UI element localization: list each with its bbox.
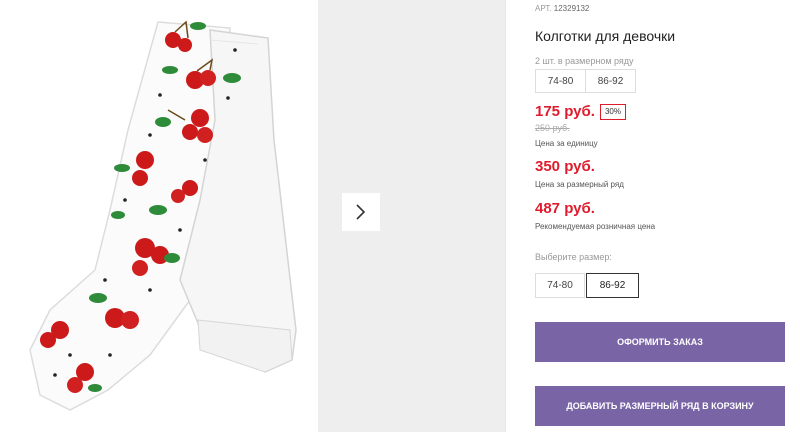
unit-price-caption: Цена за единицу xyxy=(535,139,598,148)
choose-size-label: Выберите размер: xyxy=(535,252,612,262)
chevron-right-icon xyxy=(356,204,366,220)
size-selector: 74-80 86-92 xyxy=(535,273,639,298)
product-gallery xyxy=(0,0,510,432)
unit-price-row: 175 руб. 30% xyxy=(535,103,626,120)
discount-badge: 30% xyxy=(599,103,626,120)
order-button[interactable]: Оформить заказ xyxy=(535,322,785,362)
product-photo[interactable] xyxy=(0,0,318,432)
retail-price: 487 руб. xyxy=(535,200,595,217)
set-size-chip: 86-92 xyxy=(585,69,636,93)
product-title: Колготки для девочки xyxy=(535,28,676,44)
set-price: 350 руб. xyxy=(535,158,595,175)
set-label: 2 шт. в размерном ряду xyxy=(535,56,634,66)
divider xyxy=(505,0,506,432)
article-number: АРТ. 12329132 xyxy=(535,4,589,13)
set-price-caption: Цена за размерный ряд xyxy=(535,180,624,189)
tights-image xyxy=(29,20,297,411)
set-sizes: 74-80 86-92 xyxy=(535,69,636,93)
unit-price: 175 руб. xyxy=(535,103,595,120)
size-option-86-92[interactable]: 86-92 xyxy=(586,273,639,298)
size-option-74-80[interactable]: 74-80 xyxy=(535,273,585,298)
article-label: АРТ. xyxy=(535,4,552,13)
old-price: 250 руб. xyxy=(535,123,570,133)
next-image-button[interactable] xyxy=(342,193,380,231)
article-value: 12329132 xyxy=(553,4,590,13)
retail-price-caption: Рекомендуемая розничная цена xyxy=(535,222,656,231)
add-to-cart-button[interactable]: Добавить размерный ряд в корзину xyxy=(535,386,785,426)
set-size-chip: 74-80 xyxy=(535,69,586,93)
